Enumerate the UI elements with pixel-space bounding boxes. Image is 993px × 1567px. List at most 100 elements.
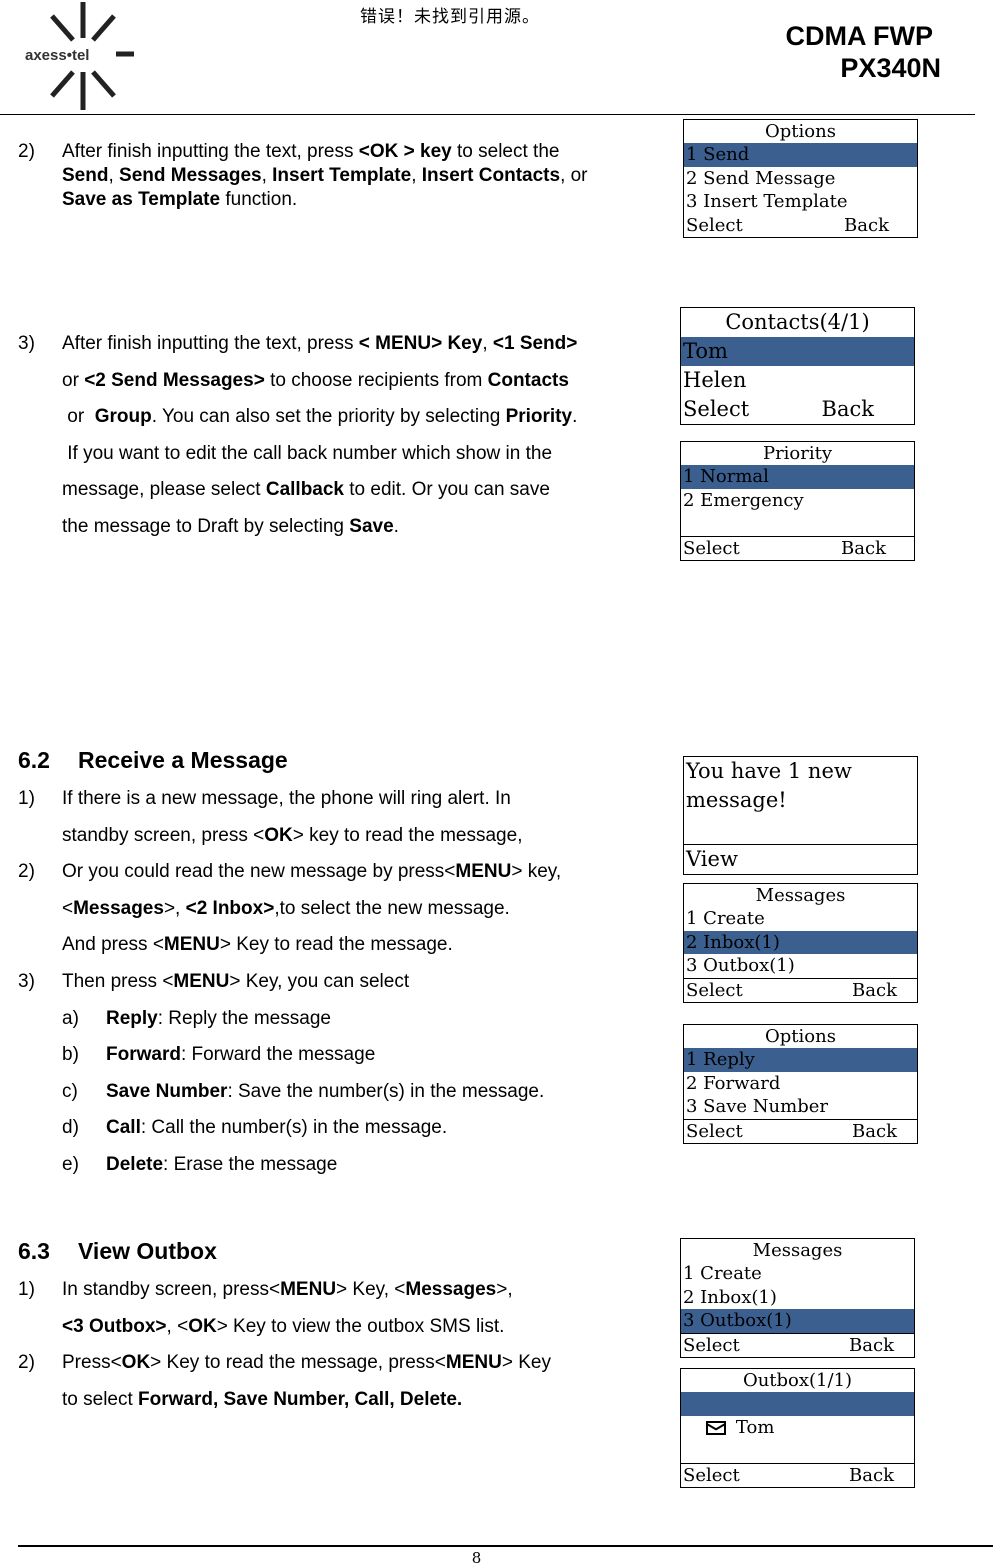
menu-item[interactable]: 1 Reply bbox=[684, 1048, 917, 1072]
sub-item-term: Save Number bbox=[106, 1080, 228, 1102]
softkey-select[interactable]: Select bbox=[686, 979, 743, 1002]
item-number: 3) bbox=[18, 333, 35, 354]
line: In standby screen, press<MENU> Key, <Mes… bbox=[62, 1272, 658, 1309]
text-run: If you want to edit the call back number… bbox=[62, 442, 553, 464]
insert-template-term: Insert Template bbox=[272, 165, 412, 186]
text-run: ,to select the new message. bbox=[274, 897, 510, 919]
text-run: And press < bbox=[62, 934, 164, 956]
outbox-message-item[interactable]: Tom bbox=[681, 1392, 914, 1438]
bold-term: MENU bbox=[280, 1279, 337, 1300]
text-run: or bbox=[62, 369, 85, 391]
page-number: 8 bbox=[471, 1549, 482, 1567]
text-run: >, bbox=[496, 1279, 513, 1300]
outbox-list: 1) In standby screen, press<MENU> Key, <… bbox=[18, 1272, 658, 1418]
item-number: 1) bbox=[18, 1279, 35, 1300]
softkey-view[interactable]: View bbox=[686, 845, 738, 874]
softkey-bar: Select Back bbox=[681, 395, 914, 424]
sub-item-desc: : Forward the message bbox=[180, 1044, 376, 1066]
line: the message to Draft by selecting Save. bbox=[62, 509, 658, 546]
text-run: . You can also set the priority by selec… bbox=[151, 406, 506, 428]
softkey-bar: Select Back bbox=[684, 977, 917, 1002]
sub-item-letter: b) bbox=[62, 1044, 79, 1066]
text-run: < bbox=[62, 897, 74, 919]
send-messages-term: Send Messages bbox=[119, 165, 262, 186]
bold-term: Group bbox=[94, 406, 152, 428]
text: After finish inputting the text, press bbox=[62, 141, 359, 162]
menu-item[interactable]: 2 Inbox(1) bbox=[681, 1286, 914, 1309]
text-run: , < bbox=[166, 1315, 189, 1337]
screen-options-reply: Options 1 Reply 2 Forward 3 Save Number … bbox=[683, 1024, 918, 1144]
section-title: Receive a Message bbox=[78, 747, 288, 773]
line: And press <MENU> Key to read the message… bbox=[62, 927, 658, 964]
menu-item[interactable]: 1 Normal bbox=[681, 465, 914, 489]
bold-term: <1 Send> bbox=[492, 333, 578, 354]
softkey-select[interactable]: Select bbox=[686, 214, 743, 237]
softkey-select[interactable]: Select bbox=[683, 1464, 740, 1487]
softkey-back[interactable]: Back bbox=[822, 395, 874, 424]
softkey-select[interactable]: Select bbox=[683, 537, 740, 560]
text-run: . bbox=[393, 515, 399, 537]
menu-item[interactable]: 3 Outbox(1) bbox=[681, 1309, 914, 1333]
menu-item[interactable]: 2 Send Message bbox=[684, 167, 917, 190]
text-run: Then press < bbox=[62, 970, 174, 992]
menu-item[interactable]: 3 Save Number bbox=[684, 1095, 917, 1118]
screen-title: Priority bbox=[762, 443, 833, 464]
item-number: 2) bbox=[18, 1352, 35, 1374]
menu-item[interactable]: 1 Create bbox=[684, 907, 917, 930]
softkey-back[interactable]: Back bbox=[849, 1464, 894, 1487]
menu-item[interactable]: 3 Insert Template bbox=[684, 190, 917, 213]
softkey-bar: Select Back bbox=[684, 214, 917, 237]
bold-term: MENU bbox=[445, 1352, 502, 1374]
section-title: View Outbox bbox=[78, 1238, 217, 1264]
contact-item[interactable]: Tom bbox=[681, 337, 914, 366]
line: If you want to edit the call back number… bbox=[62, 436, 658, 473]
receive-item-2: 2) Or you could read the new message by … bbox=[18, 854, 658, 964]
menu-item[interactable]: 2 Emergency bbox=[681, 489, 914, 512]
text-run: > key to read the message, bbox=[292, 824, 523, 846]
softkey-back[interactable]: Back bbox=[841, 537, 886, 560]
screen-messages-inbox: Messages 1 Create 2 Inbox(1) 3 Outbox(1)… bbox=[683, 883, 918, 1003]
title-line-1: CDMA FWP bbox=[785, 21, 933, 51]
item-number: 2) bbox=[18, 141, 35, 162]
bold-term: MENU bbox=[163, 934, 220, 956]
contact-item[interactable]: Helen bbox=[681, 366, 914, 395]
menu-item[interactable]: 2 Forward bbox=[684, 1072, 917, 1095]
softkey-select[interactable]: Select bbox=[683, 395, 749, 424]
logo-text: axess•tel bbox=[25, 47, 89, 64]
menu-item[interactable]: 1 Create bbox=[681, 1262, 914, 1285]
menu-item[interactable]: 1 Send bbox=[684, 143, 917, 167]
screen-options-send: Options 1 Send 2 Send Message 3 Insert T… bbox=[683, 119, 918, 238]
receive-list: 1) If there is a new message, the phone … bbox=[18, 781, 658, 1184]
sub-item-desc: : Erase the message bbox=[163, 1153, 338, 1175]
softkey-back[interactable]: Back bbox=[844, 214, 889, 237]
softkey-bar: Select Back bbox=[681, 535, 914, 560]
softkey-back[interactable]: Back bbox=[849, 1334, 894, 1357]
text-run: > Key to read the message, press< bbox=[150, 1352, 446, 1374]
bold-term: <2 Inbox> bbox=[185, 897, 275, 919]
bold-term: Callback bbox=[265, 479, 344, 501]
sub-item-term: Delete bbox=[106, 1153, 164, 1175]
menu-item[interactable]: 2 Inbox(1) bbox=[684, 930, 917, 955]
softkey-select[interactable]: Select bbox=[683, 1334, 740, 1357]
text: , bbox=[411, 165, 422, 186]
screen-title: Messages bbox=[755, 885, 846, 906]
bold-term: <3 Outbox> bbox=[62, 1315, 167, 1337]
recipient-name: Tom bbox=[735, 1416, 775, 1438]
line: to select Forward, Save Number, Call, De… bbox=[62, 1382, 658, 1419]
section-heading-receive: 6.2 Receive a Message bbox=[18, 747, 288, 774]
header-divider bbox=[0, 114, 975, 115]
screen-title: Contacts(4/1) bbox=[725, 310, 870, 334]
screen-title: Messages bbox=[752, 1240, 843, 1261]
text-run: After finish inputting the text, press bbox=[62, 333, 359, 354]
softkey-back[interactable]: Back bbox=[852, 1120, 897, 1143]
softkey-back[interactable]: Back bbox=[852, 979, 897, 1002]
line: standby screen, press <OK> key to read t… bbox=[62, 818, 658, 855]
sub-item: a) Reply: Reply the message bbox=[18, 1001, 658, 1038]
bold-term: OK bbox=[264, 824, 293, 846]
sub-item-term: Reply bbox=[106, 1007, 158, 1029]
screen-title: Options bbox=[765, 121, 836, 142]
outbox-item-2: 2) Press<OK> Key to read the message, pr… bbox=[18, 1345, 658, 1418]
receive-item-1: 1) If there is a new message, the phone … bbox=[18, 781, 658, 854]
softkey-select[interactable]: Select bbox=[686, 1120, 743, 1143]
menu-item[interactable]: 3 Outbox(1) bbox=[684, 954, 917, 977]
